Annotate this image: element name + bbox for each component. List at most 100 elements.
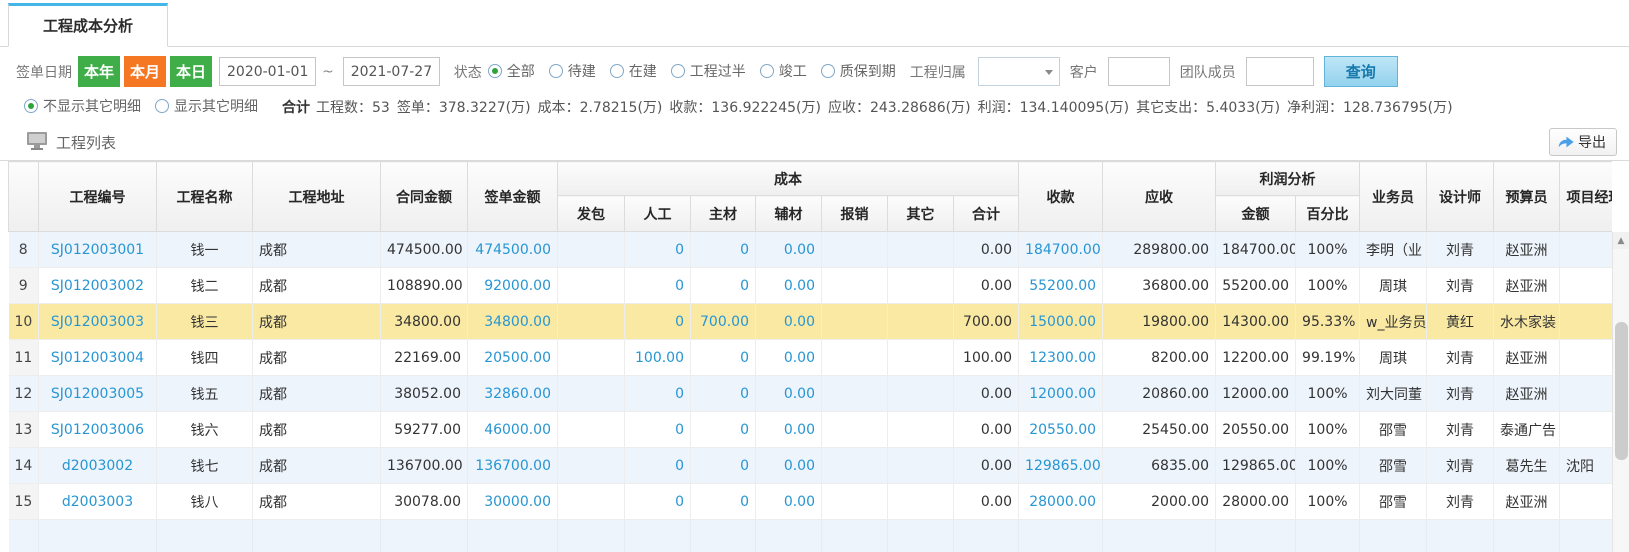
col-project-manager: 项目经理 [1560, 162, 1612, 232]
status-option[interactable]: 质保到期 [821, 61, 896, 81]
project-code-anchor[interactable]: SJ012003002 [51, 278, 144, 294]
project-owner-label: 工程归属 [910, 62, 966, 82]
col-cost-labor: 人工 [625, 196, 691, 232]
project-code-link[interactable]: SJ012003002 [39, 268, 157, 304]
project-code-anchor[interactable]: d2003003 [62, 494, 133, 510]
project-address: 成都 [253, 448, 381, 484]
project-code-link[interactable]: SJ012003004 [39, 340, 157, 376]
signed-amount: 92000.00 [468, 268, 558, 304]
row-number: 9 [9, 268, 39, 304]
col-contract-amount: 合同金额 [381, 162, 468, 232]
project-address: 成都 [253, 484, 381, 520]
status-option[interactable]: 全部 [488, 61, 535, 81]
date-from-input[interactable] [219, 57, 316, 86]
col-profit-percent: 百分比 [1296, 196, 1360, 232]
receivable-amount: 2000.00 [1103, 484, 1216, 520]
table-row[interactable]: 15d2003003钱八成都30078.0030000.00000.000.00… [9, 484, 1613, 520]
scrollbar-thumb[interactable] [1615, 322, 1628, 460]
status-option[interactable]: 工程过半 [671, 61, 746, 81]
table-row[interactable]: 11SJ012003004钱四成都22169.0020500.00100.000… [9, 340, 1613, 376]
cost-reimburse [822, 484, 888, 520]
project-table: 工程编号 工程名称 工程地址 合同金额 签单金额 成本 收款 应收 利润分析 业… [8, 161, 1612, 552]
project-address: 成都 [253, 376, 381, 412]
project-name: 钱八 [157, 484, 253, 520]
export-button[interactable]: 导出 [1549, 128, 1617, 156]
project-code-anchor[interactable]: SJ012003006 [51, 422, 144, 438]
cost-aux-material: 0.00 [756, 484, 822, 520]
cost-main-material [691, 520, 756, 552]
vertical-scrollbar[interactable]: ▲ [1612, 232, 1629, 552]
project-code-anchor[interactable]: SJ012003004 [51, 350, 144, 366]
cost-outsource [558, 304, 625, 340]
cost-labor: 100.00 [625, 340, 691, 376]
profit-amount [1216, 520, 1296, 552]
receivable-amount [1103, 520, 1216, 552]
cost-labor: 0 [625, 268, 691, 304]
estimator: 水木家装 [1494, 304, 1560, 340]
cost-aux-material: 0.00 [756, 376, 822, 412]
table-row[interactable]: 8SJ012003001钱一成都474500.00474500.00000.00… [9, 232, 1613, 268]
cost-outsource [558, 484, 625, 520]
project-code-link[interactable]: d2003003 [39, 484, 157, 520]
col-cost-outsource: 发包 [558, 196, 625, 232]
cost-main-material: 0 [691, 412, 756, 448]
table-row[interactable]: 13SJ012003006钱六成都59277.0046000.00000.000… [9, 412, 1613, 448]
received-amount: 55200.00 [1019, 268, 1103, 304]
project-code-link[interactable]: SJ012003003 [39, 304, 157, 340]
row-number: 13 [9, 412, 39, 448]
signed-amount: 32860.00 [468, 376, 558, 412]
project-code-anchor[interactable]: SJ012003003 [51, 314, 144, 330]
summary-stat: 成本：2.78215(万) [538, 100, 663, 116]
table-row[interactable]: 14d2003002钱七成都136700.00136700.00000.000.… [9, 448, 1613, 484]
project-code-anchor[interactable]: d2003002 [62, 458, 133, 474]
status-option[interactable]: 竣工 [760, 61, 807, 81]
stat-value: 5.4033(万) [1206, 100, 1280, 116]
tab-bar: 工程成本分析 [0, 0, 1629, 47]
search-button[interactable]: 查询 [1324, 56, 1398, 87]
table-row[interactable]: 10SJ012003003钱三成都34800.0034800.000700.00… [9, 304, 1613, 340]
cost-outsource [558, 232, 625, 268]
scroll-up-arrow-icon[interactable]: ▲ [1613, 232, 1629, 249]
col-group-cost: 成本 [558, 162, 1019, 196]
profit-amount: 184700.00 [1216, 232, 1296, 268]
cost-other [888, 232, 954, 268]
status-option[interactable]: 待建 [549, 61, 596, 81]
date-to-input[interactable] [343, 57, 440, 86]
project-code-link[interactable]: d2003002 [39, 448, 157, 484]
project-code-anchor[interactable]: SJ012003001 [51, 242, 144, 258]
table-row[interactable]: 12SJ012003005钱五成都38052.0032860.00000.000… [9, 376, 1613, 412]
team-member-input[interactable] [1246, 57, 1314, 86]
cost-total: 0.00 [954, 232, 1019, 268]
cost-labor: 0 [625, 232, 691, 268]
detail-option[interactable]: 显示其它明细 [155, 96, 258, 116]
radio-icon [610, 64, 624, 78]
estimator: 泰通广告 [1494, 412, 1560, 448]
table-row[interactable]: 9SJ012003002钱二成都108890.0092000.00000.000… [9, 268, 1613, 304]
this-month-button[interactable]: 本月 [124, 56, 166, 87]
detail-option[interactable]: 不显示其它明细 [24, 96, 141, 116]
cost-aux-material: 0.00 [756, 268, 822, 304]
profit-percent: 95.33% [1296, 304, 1360, 340]
cost-reimburse [822, 412, 888, 448]
project-code-link[interactable]: SJ012003006 [39, 412, 157, 448]
this-year-button[interactable]: 本年 [78, 56, 120, 87]
salesman: 邵雪 [1360, 448, 1427, 484]
designer: 刘青 [1427, 412, 1494, 448]
this-day-button[interactable]: 本日 [170, 56, 212, 87]
project-owner-select[interactable] [978, 57, 1060, 86]
project-name [157, 520, 253, 552]
estimator: 赵亚洲 [1494, 232, 1560, 268]
project-code-link[interactable]: SJ012003001 [39, 232, 157, 268]
project-code-link[interactable]: SJ012003005 [39, 376, 157, 412]
profit-percent: 100% [1296, 448, 1360, 484]
customer-input[interactable] [1108, 57, 1170, 86]
status-option[interactable]: 在建 [610, 61, 657, 81]
contract-amount [381, 520, 468, 552]
row-number: 14 [9, 448, 39, 484]
project-code-anchor[interactable]: SJ012003005 [51, 386, 144, 402]
radio-icon [549, 64, 563, 78]
tab-project-cost-analysis[interactable]: 工程成本分析 [8, 3, 168, 47]
col-signed-amount: 签单金额 [468, 162, 558, 232]
col-group-profit-analysis: 利润分析 [1216, 162, 1360, 196]
stat-value: 136.922245(万) [711, 100, 821, 116]
